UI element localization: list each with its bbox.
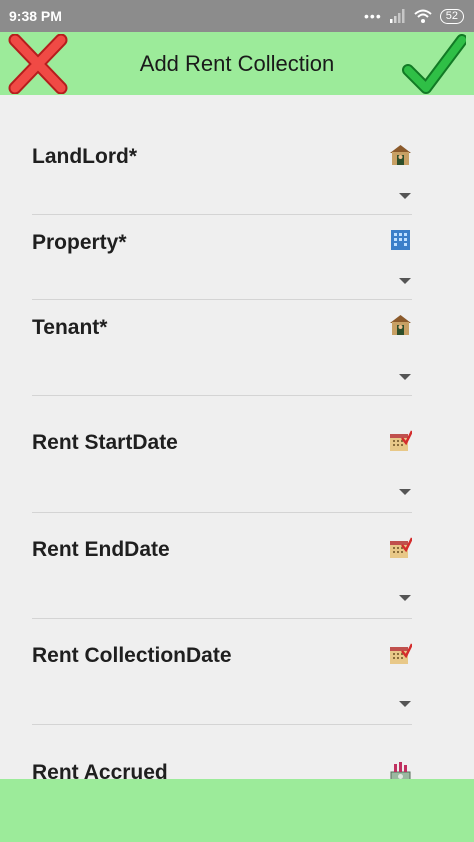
chevron-down-icon <box>399 193 411 199</box>
building-icon <box>391 230 410 250</box>
tenant-label: Tenant* <box>32 316 108 339</box>
house-icon <box>390 315 411 335</box>
rent-start-date-field: Rent StartDate <box>32 396 412 513</box>
calendar-icon <box>390 537 412 558</box>
status-bar: 9:38 PM ••• 52 <box>0 0 474 32</box>
tenant-dropdown[interactable] <box>32 352 412 392</box>
chevron-down-icon <box>399 595 411 601</box>
rent-collection-date-field: Rent CollectionDate <box>32 619 412 725</box>
signal-icon <box>389 9 405 23</box>
property-label: Property* <box>32 231 127 254</box>
landlord-label: LandLord* <box>32 145 137 168</box>
chevron-down-icon <box>399 489 411 495</box>
house-icon <box>390 145 411 165</box>
chevron-down-icon <box>399 278 411 284</box>
status-icons: ••• 52 <box>364 8 464 24</box>
landlord-field: LandLord* <box>32 95 412 215</box>
chevron-down-icon <box>399 701 411 707</box>
property-dropdown[interactable] <box>32 259 412 299</box>
more-dots-icon: ••• <box>364 8 382 24</box>
landlord-dropdown[interactable] <box>32 173 412 213</box>
rent-collection-date-label: Rent CollectionDate <box>32 644 232 667</box>
status-time: 9:38 PM <box>9 8 62 24</box>
calendar-icon <box>390 643 412 664</box>
rent-collection-form: LandLord* Property* Tenant* Rent StartDa… <box>32 95 412 805</box>
app-header: Add Rent Collection <box>0 32 474 95</box>
wifi-icon <box>414 9 432 23</box>
checkmark-icon[interactable] <box>402 34 466 94</box>
rent-collection-date-picker[interactable] <box>32 681 412 721</box>
battery-indicator: 52 <box>439 8 464 24</box>
rent-start-date-label: Rent StartDate <box>32 431 178 454</box>
rent-end-date-picker[interactable] <box>32 575 412 615</box>
bottom-bar <box>0 779 474 842</box>
calendar-icon <box>390 430 412 451</box>
rent-start-date-picker[interactable] <box>32 469 412 509</box>
chevron-down-icon <box>399 374 411 380</box>
rent-end-date-field: Rent EndDate <box>32 513 412 619</box>
tenant-field: Tenant* <box>32 300 412 396</box>
property-field: Property* <box>32 215 412 300</box>
rent-end-date-label: Rent EndDate <box>32 538 170 561</box>
